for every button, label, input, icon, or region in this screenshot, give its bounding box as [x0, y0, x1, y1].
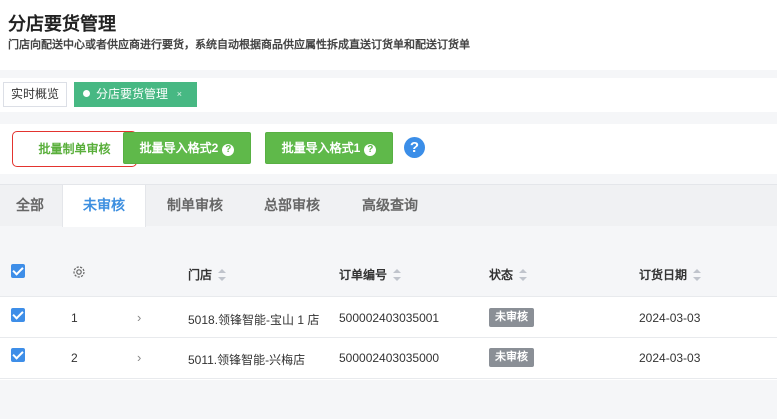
active-dot-icon — [83, 90, 90, 97]
chevron-right-icon[interactable]: › — [137, 350, 141, 365]
status-badge: 未审核 — [489, 308, 534, 327]
toolbar: 批量制单审核 批量导入格式2? 批量导入格式1? ? — [0, 124, 777, 174]
row-index: 2 — [71, 351, 78, 365]
tab-store-order-management[interactable]: 分店要货管理 × — [74, 82, 197, 107]
tab-label: 分店要货管理 — [96, 87, 169, 101]
filter-tabs: 全部 未审核 制单审核 总部审核 高级查询 — [0, 184, 777, 227]
row-checkbox[interactable] — [11, 308, 25, 322]
row-order-no: 500002403035001 — [339, 311, 440, 325]
filter-tab-hq-review[interactable]: 总部审核 — [244, 185, 340, 227]
sort-icon[interactable] — [393, 269, 402, 281]
filter-tab-advanced[interactable]: 高级查询 — [340, 185, 440, 227]
page-subtitle: 门店向配送中心或者供应商进行要货，系统自动根据商品供应属性拆成直送订货单和配送订… — [8, 39, 470, 51]
close-icon[interactable]: × — [177, 83, 182, 106]
header-store-label: 门店 — [188, 268, 213, 282]
header-order-date-label: 订货日期 — [639, 268, 688, 282]
header-status[interactable]: 状态 — [489, 266, 528, 283]
filter-tab-all[interactable]: 全部 — [0, 185, 60, 227]
header-status-label: 状态 — [489, 268, 514, 282]
question-icon: ? — [364, 144, 377, 156]
header-order-no[interactable]: 订单编号 — [339, 266, 402, 283]
row-index: 1 — [71, 311, 78, 325]
filter-tab-pending[interactable]: 未审核 — [62, 185, 146, 227]
row-order-no: 500002403035000 — [339, 351, 440, 365]
gear-icon[interactable] — [71, 264, 87, 280]
row-checkbox[interactable] — [11, 348, 25, 362]
row-store: 5018.领锋智能-宝山 1 店 — [188, 313, 320, 327]
sort-icon[interactable] — [519, 269, 528, 281]
page-header: 分店要货管理 门店向配送中心或者供应商进行要货，系统自动根据商品供应属性拆成直送… — [0, 0, 777, 70]
row-date: 2024-03-03 — [639, 311, 701, 325]
table-header: 门店 订单编号 状态 订货日期 — [0, 250, 777, 297]
header-order-no-label: 订单编号 — [339, 268, 388, 282]
chevron-right-icon[interactable]: › — [137, 310, 141, 325]
row-store: 5011.领锋智能-兴梅店 — [188, 353, 306, 367]
tab-bar: 实时概览 分店要货管理 × — [0, 78, 777, 112]
tab-overview[interactable]: 实时概览 — [3, 82, 67, 107]
header-store[interactable]: 门店 — [188, 266, 227, 283]
batch-import-format1-button[interactable]: 批量导入格式1? — [265, 132, 393, 164]
import-format2-label: 批量导入格式2 — [139, 141, 219, 155]
filter-tab-make-review[interactable]: 制单审核 — [146, 185, 244, 227]
import-format1-label: 批量导入格式1 — [281, 141, 361, 155]
batch-import-format2-button[interactable]: 批量导入格式2? — [123, 132, 251, 164]
question-icon: ? — [222, 144, 235, 156]
help-icon[interactable]: ? — [404, 137, 425, 158]
batch-review-button[interactable]: 批量制单审核 — [12, 131, 137, 167]
orders-table: 门店 订单编号 状态 订货日期 1 › 5018.领锋智能-宝山 1 店 500… — [0, 250, 777, 380]
batch-review-label: 批量制单审核 — [38, 142, 111, 156]
page-title: 分店要货管理 — [8, 14, 116, 34]
sort-icon[interactable] — [218, 269, 227, 281]
row-date: 2024-03-03 — [639, 351, 701, 365]
table-row[interactable]: 2 › 5011.领锋智能-兴梅店 500002403035000 未审核 20… — [0, 338, 777, 379]
sort-icon[interactable] — [693, 269, 702, 281]
select-all-checkbox[interactable] — [11, 264, 25, 278]
header-order-date[interactable]: 订货日期 — [639, 266, 702, 283]
table-row[interactable]: 1 › 5018.领锋智能-宝山 1 店 500002403035001 未审核… — [0, 297, 777, 338]
status-badge: 未审核 — [489, 348, 534, 367]
